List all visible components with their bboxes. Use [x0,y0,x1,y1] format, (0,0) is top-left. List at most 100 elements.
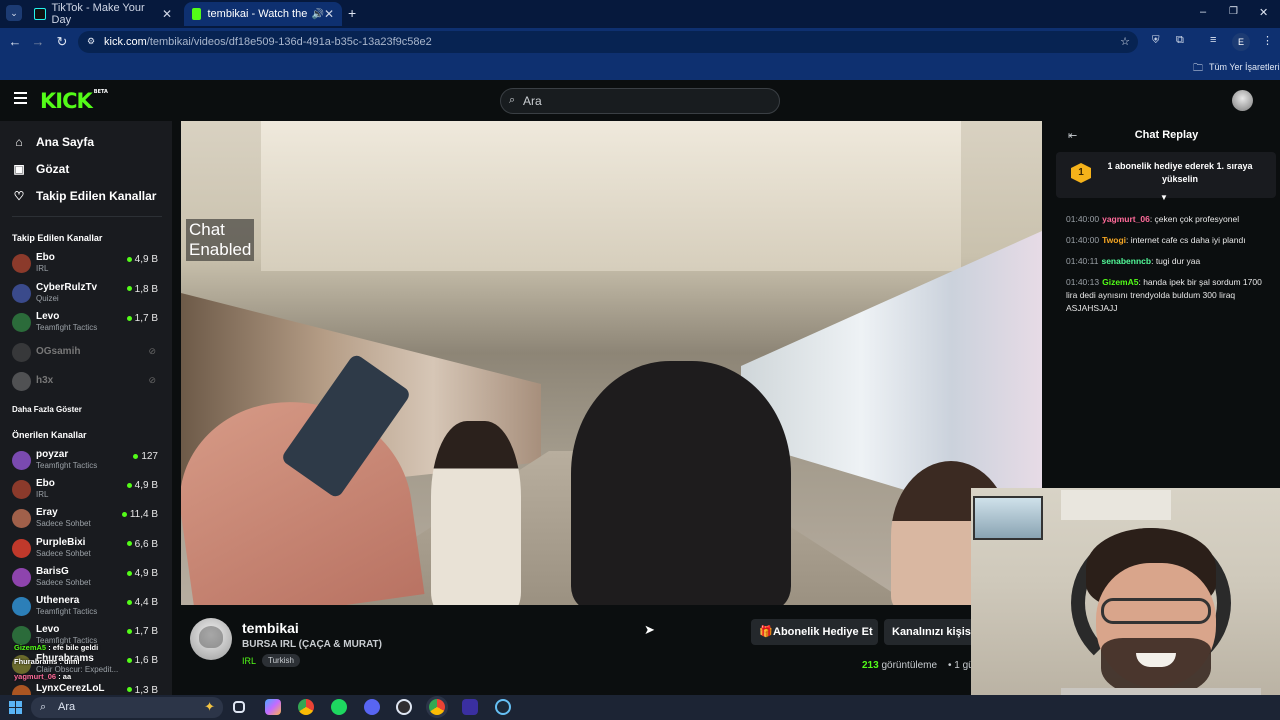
chrome-active-icon[interactable] [429,699,445,715]
nav-browse[interactable]: ▣ Gözat [12,162,69,176]
chat-message[interactable]: 01:40:00 Twogi: internet cafe cs daha iyi… [1066,234,1272,247]
url-field[interactable]: ⚙ kick.com/tembikai/videos/df18e509-136d… [78,31,1138,53]
channel-row[interactable]: Uthenera Teamfight Tactics 4,4 B [12,594,162,620]
windows-start-icon[interactable] [9,701,22,714]
steam-icon[interactable] [495,699,511,715]
all-bookmarks-link[interactable]: Tüm Yer İşaretleri [1209,62,1280,72]
chrome-icon[interactable] [298,699,314,715]
audio-icon[interactable]: 🔊 [311,9,323,20]
chat-username[interactable]: GizemA5 [1102,277,1138,287]
close-tab-icon[interactable]: ✕ [324,7,334,21]
category-link[interactable]: IRL [242,656,256,666]
nav-following[interactable]: ♡ Takip Edilen Kanallar [12,189,157,203]
chat-username[interactable]: Twogi [1102,235,1126,245]
shield-icon[interactable]: ⛨ [1152,35,1160,46]
valorant-icon[interactable] [462,699,478,715]
extensions-icon[interactable]: ⧉ [1176,34,1184,47]
channel-row-viewers: 1,8 B [127,284,158,295]
channel-avatar[interactable] [190,618,232,660]
forward-icon[interactable]: → [30,34,46,49]
media-icon[interactable]: ≡ [1210,34,1216,46]
obs-icon[interactable] [396,699,412,715]
stream-title: BURSA IRL (ÇAÇA & MURAT) [242,639,382,650]
channel-row[interactable]: h3x ⊘ [12,369,162,395]
minimize-icon[interactable]: – [1200,6,1206,18]
discord-icon[interactable] [364,699,380,715]
taskbar-search[interactable]: ⌕ Ara ✦ [31,697,223,718]
expand-goal-icon[interactable]: ▼ [1160,193,1168,202]
overlay-chat-user: GizemA5 [14,643,47,652]
close-window-icon[interactable]: ✕ [1259,6,1268,19]
overlay-chat-user: Fhurabrams [14,657,58,666]
channel-row-viewers: 1,7 B [127,626,158,637]
chat-username[interactable]: senabenncb [1101,256,1151,266]
copilot-icon[interactable] [265,699,281,715]
subscribe-button-label: Kanalınızı kişise [892,626,977,638]
channel-row-viewers: 4,4 B [127,597,158,608]
channel-row[interactable]: Ebo IRL 4,9 B [12,251,162,277]
tab-search-menu-icon[interactable]: ⌄ [6,5,22,21]
recommended-channels-header: Önerilen Kanallar [12,430,87,440]
followed-channels-header: Takip Edilen Kanallar [12,233,103,243]
chat-timestamp: 01:40:11 [1066,256,1099,266]
browser-menu-icon[interactable]: ⋮ [1262,34,1273,47]
channel-avatar-icon [12,313,31,332]
channel-row-name: PurpleBixi [36,536,86,548]
channel-row-viewers: 6,6 B [127,539,158,550]
new-tab-button[interactable]: + [348,5,356,21]
reload-icon[interactable]: ↻ [54,34,70,50]
channel-row-name: OGsamih [36,345,81,357]
channel-row-category: Sadece Sohbet [36,577,91,587]
channel-row-name: Ebo [36,478,55,490]
channel-avatar-icon [12,597,31,616]
chat-username[interactable]: yagmurt_06 [1102,214,1150,224]
channel-row[interactable]: PurpleBixi Sadece Sohbet 6,6 B [12,536,162,562]
close-tab-icon[interactable]: ✕ [162,7,172,21]
gift-subscription-button[interactable]: 🎁 Abonelik Hediye Et [751,619,878,645]
bookmarks-bar: 🗀 Tüm Yer İşaretleri [0,56,1280,80]
channel-row-name: Eray [36,507,58,519]
video-player[interactable] [181,121,1042,605]
search-input[interactable]: ⌕ Ara [500,88,780,114]
tab-label: TikTok - Make Your Day [51,2,145,26]
tab-kick[interactable]: tembikai - Watch the VOD 🔊 ✕ [184,2,342,26]
chat-message[interactable]: 01:40:11 senabenncb: tugi dur yaa [1066,255,1272,268]
overlay-chat-text: aa [62,672,72,681]
spotify-icon[interactable] [331,699,347,715]
restore-icon[interactable]: ❐ [1229,6,1238,17]
channel-row[interactable]: Eray Sadece Sohbet 11,4 B [12,506,162,532]
channel-row[interactable]: Levo Teamfight Tactics 1,7 B [12,310,162,336]
language-tag[interactable]: Turkish [262,654,300,667]
site-info-icon[interactable]: ⚙ [87,36,95,47]
channel-row[interactable]: BarisG Sadece Sohbet 4,9 B [12,565,162,591]
channel-row-name: CyberRulzTv [36,281,98,293]
overlay-line-2: Enabled [189,240,252,259]
channel-row[interactable]: OGsamih ⊘ [12,340,162,366]
channel-row[interactable]: CyberRulzTv Quizei 1,8 B [12,281,162,307]
overlay-chat-text: diml [64,657,80,666]
subscribe-button[interactable]: Kanalınızı kişise [884,619,984,645]
chat-message[interactable]: 01:40:00 yagmurt_06: çeken çok profesyone… [1066,213,1272,226]
channel-row[interactable]: poyzar Teamfight Tactics 127 [12,448,162,474]
channel-avatar-icon [12,509,31,529]
view-count-number: 213 [862,660,879,671]
task-view-icon[interactable] [233,701,245,713]
overlay-chat-text: efe bile geldi [52,643,99,652]
chat-message[interactable]: 01:40:13 GizemA5: handa ipek bir şal sord… [1066,276,1272,315]
channel-row-viewers: 127 [133,451,158,462]
tab-tiktok[interactable]: TikTok - Make Your Day ✕ [26,2,180,26]
back-icon[interactable]: ← [7,34,23,49]
channel-name[interactable]: tembikai [242,620,299,636]
bookmark-star-icon[interactable]: ☆ [1120,35,1130,48]
url-path: /tembikai/videos/df18e509-136d-491a-b35c… [146,36,432,48]
channel-row[interactable]: Ebo IRL 4,9 B [12,477,162,503]
profile-avatar[interactable]: E [1232,33,1250,51]
channel-row-viewers: 1,3 B [127,685,158,696]
nav-home[interactable]: ⌂ Ana Sayfa [12,135,94,149]
published-ago: • 1 gü [948,660,974,671]
webcam-poster [973,496,1043,540]
hamburger-menu-icon[interactable] [14,92,27,104]
user-avatar[interactable] [1232,90,1253,111]
kick-logo[interactable]: KICK BETA [40,89,108,113]
show-more-link[interactable]: Daha Fazla Göster [12,405,82,414]
